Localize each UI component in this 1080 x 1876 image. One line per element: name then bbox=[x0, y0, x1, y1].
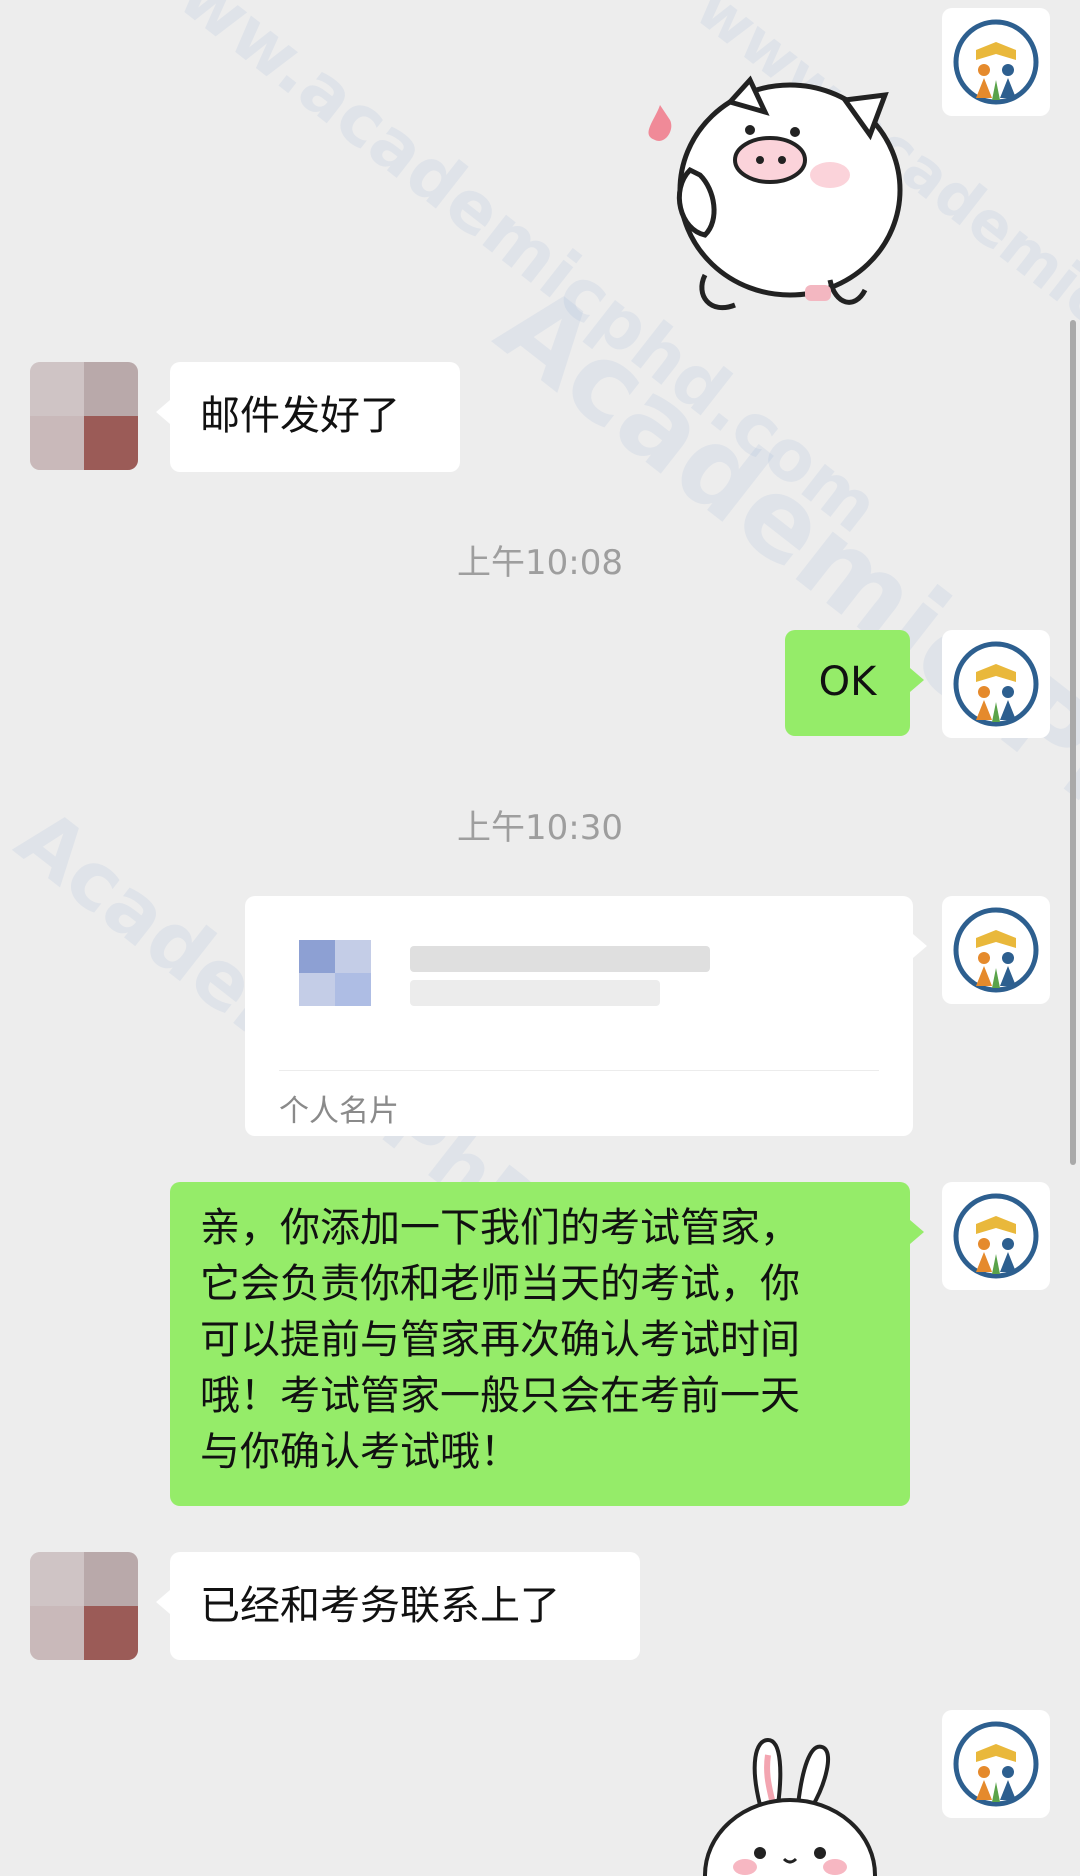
message-line: 与你确认考试哦！ bbox=[200, 1429, 520, 1475]
message-bubble-outgoing[interactable]: OK bbox=[785, 630, 924, 736]
message-text: 邮件发好了 bbox=[200, 393, 400, 439]
timestamp: 上午10:30 bbox=[457, 808, 623, 848]
academic-logo-icon bbox=[953, 641, 1039, 727]
message-bubble-incoming[interactable]: 已经和考务联系上了 bbox=[156, 1552, 640, 1660]
receiver-avatar[interactable] bbox=[30, 1552, 138, 1660]
message-text: OK bbox=[818, 659, 877, 705]
academic-logo-icon bbox=[953, 907, 1039, 993]
card-avatar-blurred bbox=[299, 940, 371, 1006]
card-divider bbox=[279, 1070, 879, 1071]
timestamp: 上午10:08 bbox=[457, 543, 623, 583]
sender-avatar[interactable] bbox=[942, 896, 1050, 1004]
message-line: 哦！考试管家一般只会在考前一天 bbox=[200, 1373, 800, 1419]
sender-avatar[interactable] bbox=[942, 1710, 1050, 1818]
card-label: 个人名片 bbox=[279, 1094, 399, 1129]
academic-logo-icon bbox=[953, 19, 1039, 105]
card-name-blurred bbox=[410, 946, 710, 972]
scrollbar[interactable] bbox=[1070, 320, 1076, 1165]
message-bubble-outgoing[interactable]: 亲，你添加一下我们的考试管家， 它会负责你和老师当天的考试，你 可以提前与管家再… bbox=[170, 1182, 924, 1506]
card-name-blurred bbox=[410, 980, 660, 1006]
message-line: 它会负责你和老师当天的考试，你 bbox=[200, 1261, 800, 1307]
contact-card[interactable]: 个人名片 bbox=[245, 896, 927, 1136]
academic-logo-icon bbox=[953, 1721, 1039, 1807]
message-line: 可以提前与管家再次确认考试时间 bbox=[200, 1317, 800, 1363]
receiver-avatar[interactable] bbox=[30, 362, 138, 470]
sender-avatar[interactable] bbox=[942, 1182, 1050, 1290]
pig-sticker[interactable] bbox=[600, 40, 920, 330]
message-bubble-incoming[interactable]: 邮件发好了 bbox=[156, 362, 460, 472]
message-text: 已经和考务联系上了 bbox=[200, 1583, 560, 1629]
bunny-sticker[interactable] bbox=[690, 1735, 890, 1876]
message-line: 亲，你添加一下我们的考试管家， bbox=[200, 1205, 800, 1251]
academic-logo-icon bbox=[953, 1193, 1039, 1279]
sender-avatar[interactable] bbox=[942, 8, 1050, 116]
sender-avatar[interactable] bbox=[942, 630, 1050, 738]
